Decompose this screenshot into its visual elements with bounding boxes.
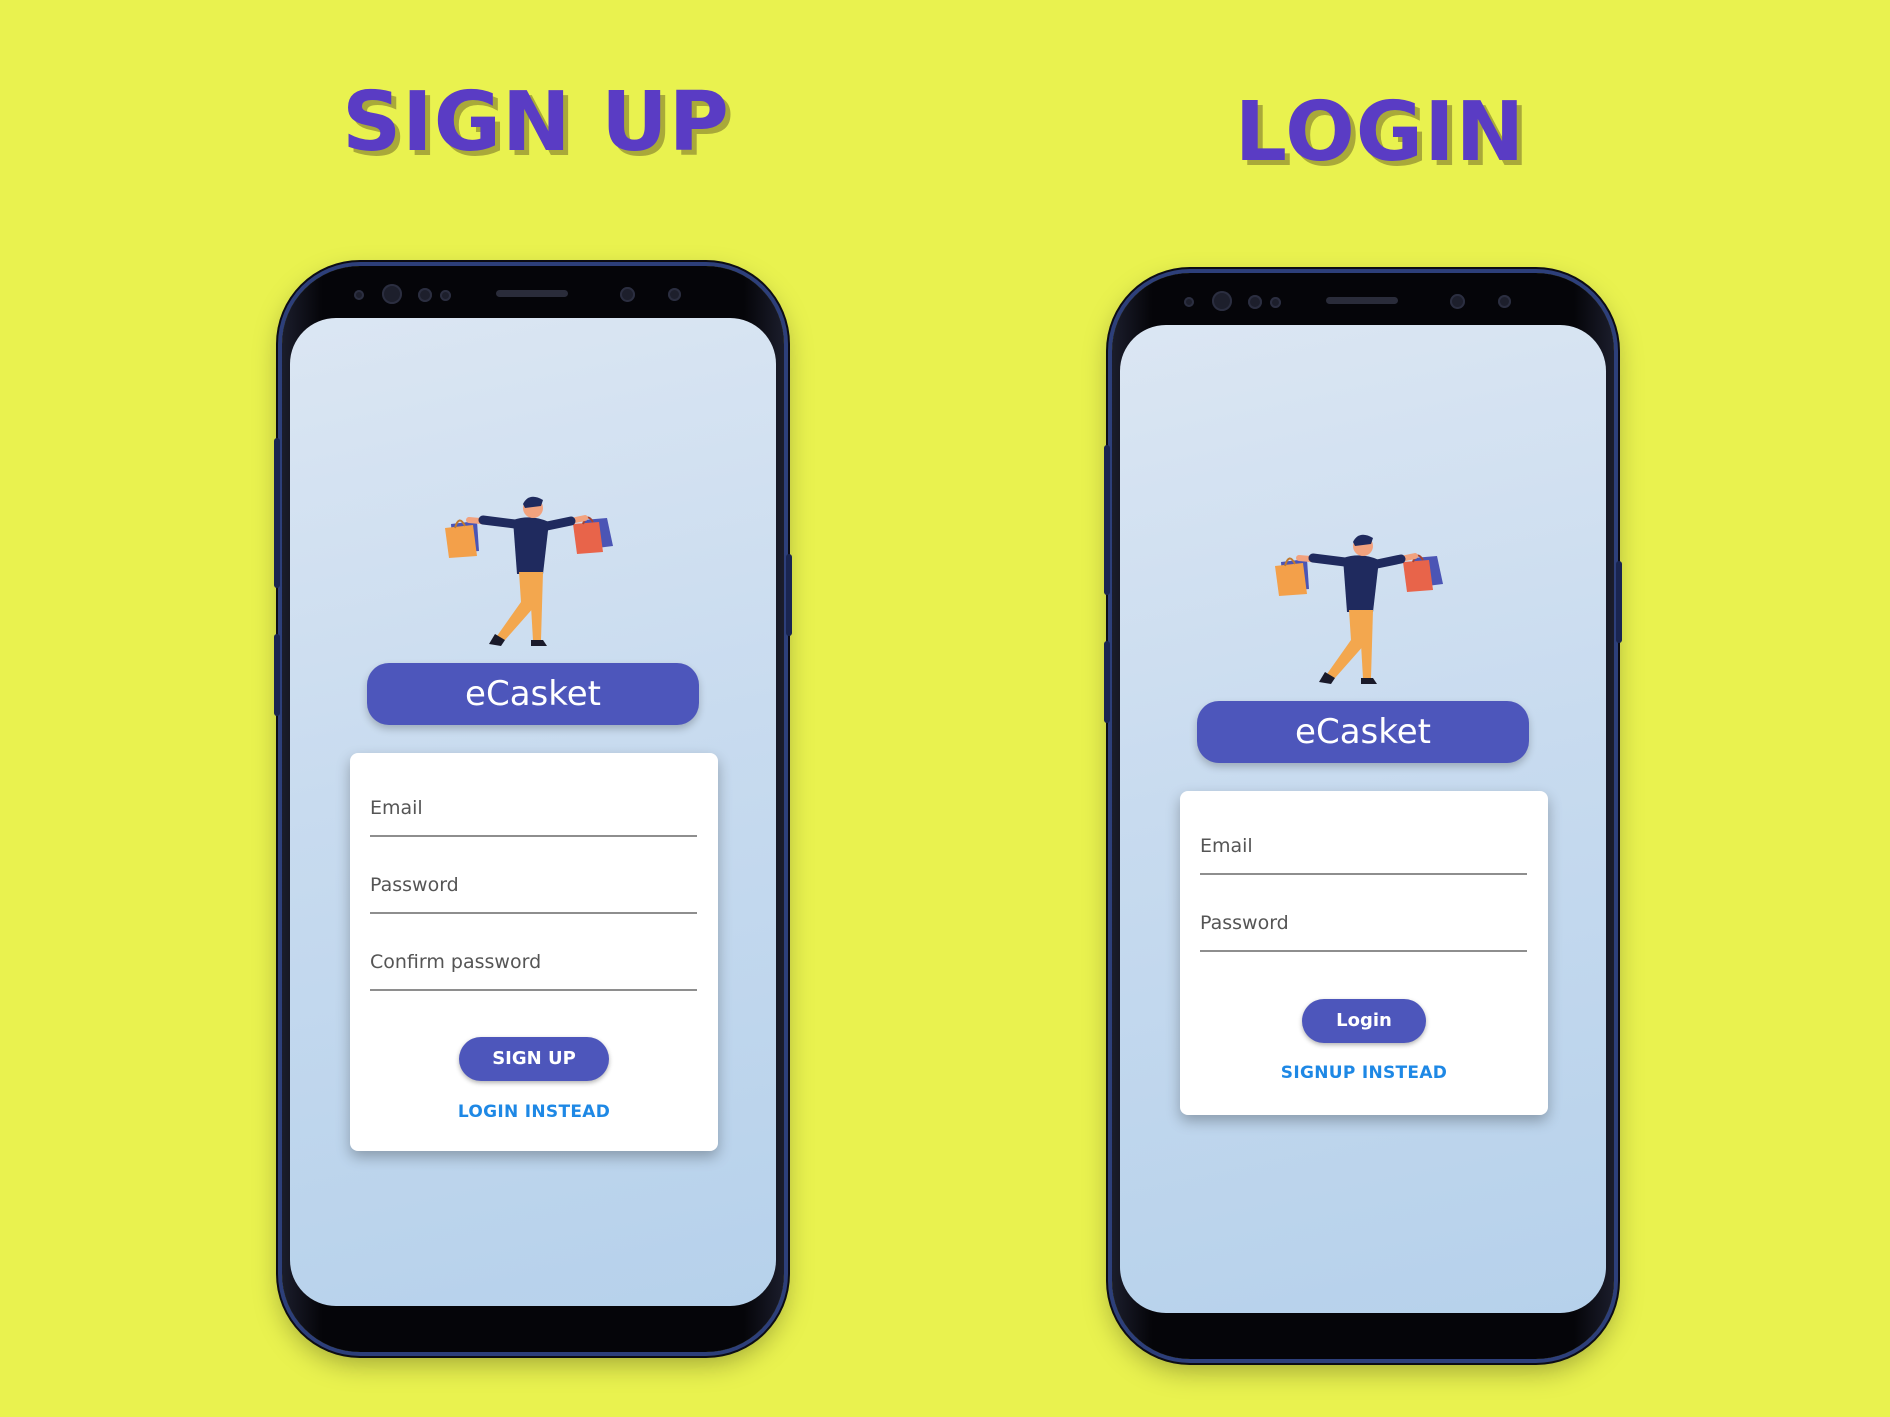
login-instead-link[interactable]: LOGIN INSTEAD <box>350 1102 718 1122</box>
email-field[interactable]: Email <box>370 775 697 837</box>
front-camera-icon <box>1212 291 1232 311</box>
shopper-illustration <box>445 496 613 646</box>
power-button <box>786 554 792 636</box>
sensor-dot <box>354 290 364 300</box>
camera-lens-icon <box>1450 294 1465 309</box>
signup-screen: eCasket Email Password Confirm password … <box>290 318 776 1306</box>
power-button <box>1616 561 1622 643</box>
sensor-dot <box>1270 297 1281 308</box>
sensor-dot <box>1498 295 1511 308</box>
camera-lens-icon <box>620 287 635 302</box>
email-field-label: Email <box>370 797 423 819</box>
bixby-button <box>274 634 280 716</box>
earpiece <box>1326 297 1398 304</box>
front-camera-icon <box>382 284 402 304</box>
signup-form-card: Email Password Confirm password SIGN UP … <box>350 753 718 1151</box>
password-field[interactable]: Password <box>1200 890 1527 952</box>
confirm-password-field[interactable]: Confirm password <box>370 929 697 991</box>
password-field-label: Password <box>370 874 459 896</box>
sensor-dot <box>668 288 681 301</box>
bixby-button <box>1104 641 1110 723</box>
sensor-dot <box>418 288 432 302</box>
password-field-label: Password <box>1200 912 1289 934</box>
login-screen: eCasket Email Password Login SIGNUP INST… <box>1120 325 1606 1313</box>
shopper-illustration <box>1275 534 1443 684</box>
brand-banner: eCasket <box>367 663 699 725</box>
signup-phone-mockup: eCasket Email Password Confirm password … <box>274 266 792 1352</box>
email-field-label: Email <box>1200 835 1253 857</box>
sensor-dot <box>1184 297 1194 307</box>
sensor-dot <box>440 290 451 301</box>
brand-banner: eCasket <box>1197 701 1529 763</box>
login-form-card: Email Password Login SIGNUP INSTEAD <box>1180 791 1548 1115</box>
volume-button <box>274 438 280 588</box>
login-button[interactable]: Login <box>1302 999 1426 1043</box>
login-phone-mockup: eCasket Email Password Login SIGNUP INST… <box>1104 273 1622 1359</box>
login-headline: LOGIN <box>1234 85 1526 180</box>
sensor-dot <box>1248 295 1262 309</box>
signup-headline: SIGN UP <box>342 75 730 170</box>
volume-button <box>1104 445 1110 595</box>
earpiece <box>496 290 568 297</box>
signup-instead-link[interactable]: SIGNUP INSTEAD <box>1180 1063 1548 1083</box>
signup-button[interactable]: SIGN UP <box>459 1037 609 1081</box>
password-field[interactable]: Password <box>370 852 697 914</box>
confirm-password-field-label: Confirm password <box>370 951 542 973</box>
email-field[interactable]: Email <box>1200 813 1527 875</box>
